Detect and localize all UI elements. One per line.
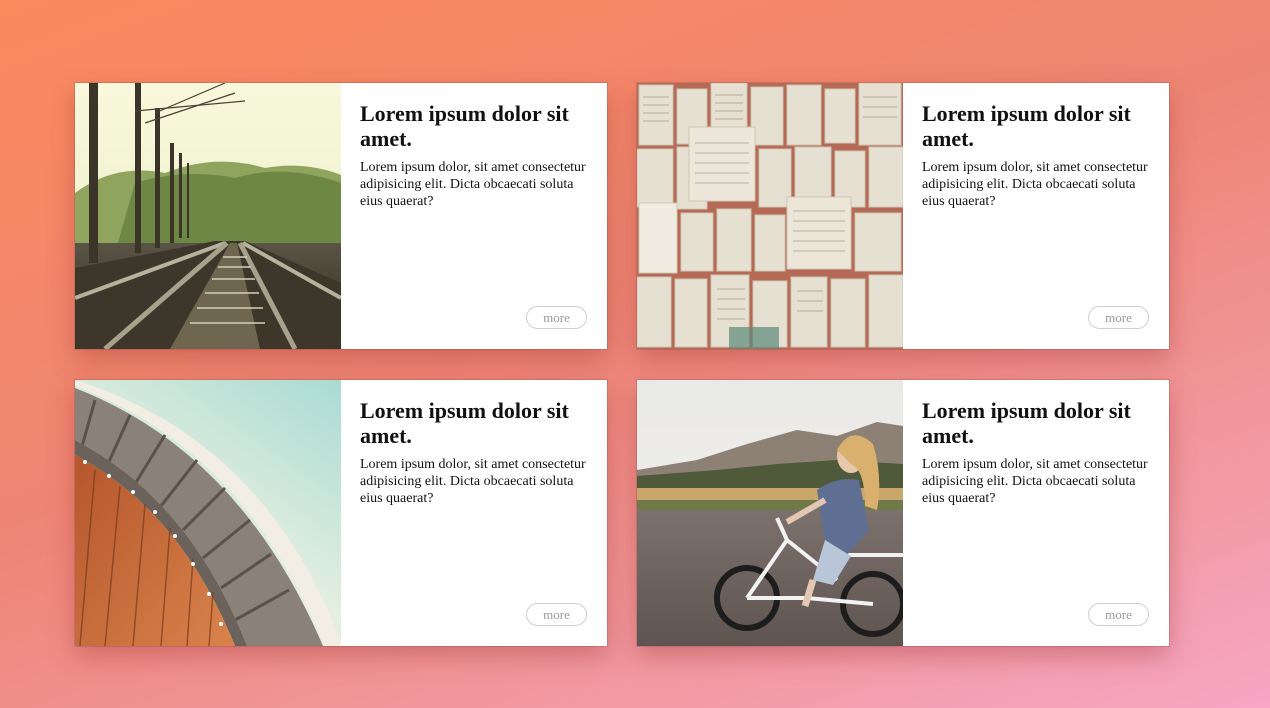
more-button[interactable]: more	[526, 306, 587, 329]
more-button[interactable]: more	[1088, 306, 1149, 329]
more-button[interactable]: more	[1088, 603, 1149, 626]
curved-architecture-image	[75, 380, 341, 646]
card-content: Lorem ipsum dolor sit amet. Lorem ipsum …	[922, 101, 1152, 210]
open-books-image	[637, 83, 903, 349]
card-title: Lorem ipsum dolor sit amet.	[360, 101, 569, 151]
card-books: Lorem ipsum dolor sit amet. Lorem ipsum …	[637, 83, 1169, 349]
card-architecture: Lorem ipsum dolor sit amet. Lorem ipsum …	[75, 380, 607, 646]
card-content: Lorem ipsum dolor sit amet. Lorem ipsum …	[922, 398, 1152, 507]
card-title: Lorem ipsum dolor sit amet.	[922, 101, 1131, 151]
card-text: Lorem ipsum dolor, sit amet consectetur …	[360, 160, 586, 209]
card-content: Lorem ipsum dolor sit amet. Lorem ipsum …	[360, 101, 590, 210]
card-title: Lorem ipsum dolor sit amet.	[360, 398, 569, 448]
more-button[interactable]: more	[526, 603, 587, 626]
woman-on-bicycle-image	[637, 380, 903, 646]
card-title: Lorem ipsum dolor sit amet.	[922, 398, 1131, 448]
card-text: Lorem ipsum dolor, sit amet consectetur …	[922, 457, 1148, 506]
railway-tracks-image	[75, 83, 341, 349]
card-bicycle: Lorem ipsum dolor sit amet. Lorem ipsum …	[637, 380, 1169, 646]
card-content: Lorem ipsum dolor sit amet. Lorem ipsum …	[360, 398, 590, 507]
card-text: Lorem ipsum dolor, sit amet consectetur …	[922, 160, 1148, 209]
card-railway: Lorem ipsum dolor sit amet. Lorem ipsum …	[75, 83, 607, 349]
card-text: Lorem ipsum dolor, sit amet consectetur …	[360, 457, 586, 506]
